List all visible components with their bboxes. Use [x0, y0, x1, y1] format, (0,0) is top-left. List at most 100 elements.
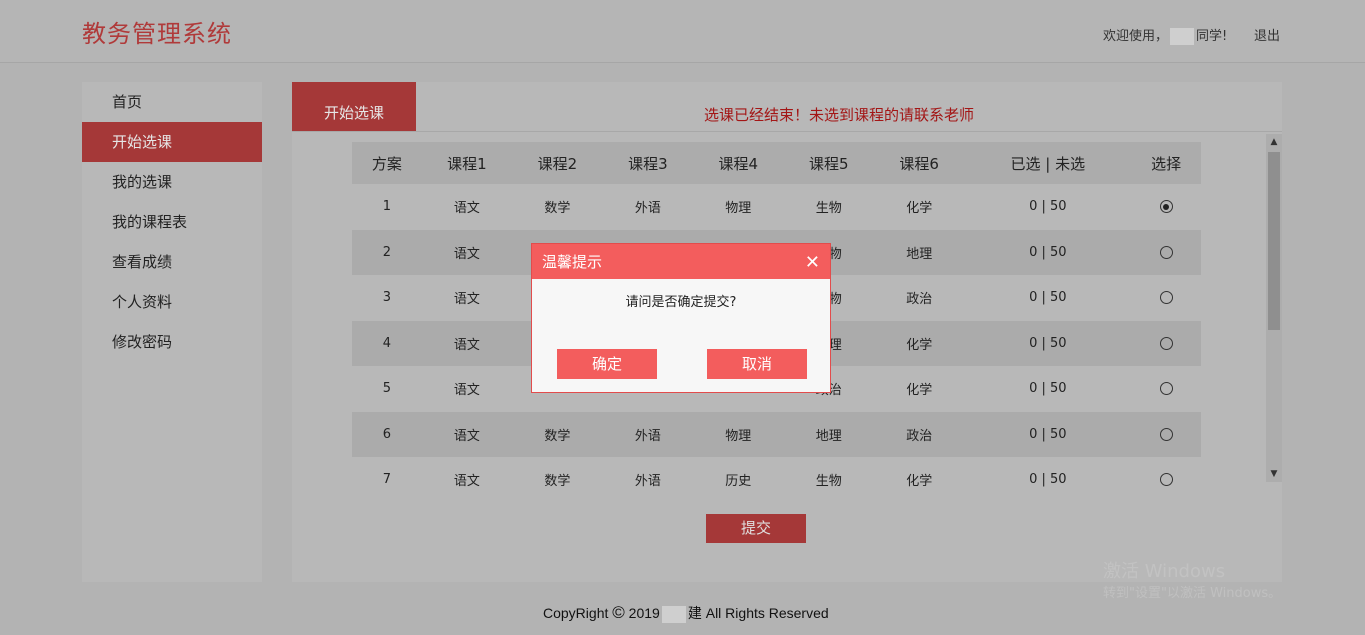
table-cell: 外语 [634, 474, 661, 487]
table-cell: 6 [352, 411, 422, 457]
windows-activation-watermark: 激活 Windows [1103, 561, 1226, 582]
select-cell [1131, 366, 1201, 412]
table-cell: 0 | 50 [1029, 381, 1067, 397]
table-cell: 政治 [873, 411, 965, 457]
table-cell: 1 [382, 199, 391, 215]
table-cell: 5 [382, 381, 391, 397]
table-cell: 物理 [693, 411, 784, 457]
table-cell: 语文 [453, 292, 480, 308]
confirm-button[interactable]: 确定 [557, 349, 657, 379]
table-cell: 0 | 50 [1029, 472, 1067, 487]
table-header-row: 方案 课程1 课程2 课程3 课程4 课程5 课程6 已选 | 未选 选择 [352, 142, 1201, 184]
scroll-up-arrow-icon[interactable]: ▲ [1266, 134, 1282, 150]
column-header: 课程2 [512, 142, 603, 184]
plan-radio[interactable] [1159, 427, 1173, 441]
sidebar-item-start-selection[interactable]: 开始选课 [82, 122, 262, 162]
table-cell: 地理 [873, 229, 965, 275]
sidebar-item-my-selection[interactable]: 我的选课 [82, 162, 262, 202]
table-cell: 语文 [453, 201, 480, 217]
notice-text: 选课已经结束！未选到课程的请联系老师 [704, 106, 975, 124]
sidebar-item-grades[interactable]: 查看成绩 [82, 242, 262, 282]
welcome-prefix: 欢迎使用， [1103, 29, 1169, 44]
footer-copyright: CopyRight © 2019 建 All Rights Reserved [543, 603, 829, 623]
blurred-username [1170, 28, 1195, 45]
table-cell: 0 | 50 [964, 320, 1132, 366]
table-cell: 语文 [421, 229, 513, 275]
plan-radio[interactable] [1159, 473, 1173, 487]
welcome-text: 欢迎使用， 同学! [1103, 25, 1227, 45]
logout-link[interactable]: 退出 [1254, 25, 1280, 44]
plan-radio[interactable] [1159, 245, 1173, 259]
select-cell [1131, 411, 1201, 457]
plan-radio[interactable] [1159, 336, 1173, 350]
select-cell [1131, 229, 1201, 275]
dialog-message: 请问是否确定提交? [625, 295, 737, 310]
table-cell: 物理 [725, 201, 752, 217]
app-title: 教务管理系统 [82, 20, 232, 48]
plan-radio[interactable] [1159, 200, 1173, 214]
table-cell: 历史 [725, 474, 752, 487]
table-row: 1 语文 数学 外语 物理 生物 化学 0 | 50 [352, 184, 1201, 230]
column-header: 课程5 [783, 142, 874, 184]
cancel-button[interactable]: 取消 [707, 349, 807, 379]
table-cell: 语文 [453, 474, 480, 487]
sidebar-item-profile[interactable]: 个人资料 [82, 282, 262, 322]
scroll-thumb[interactable] [1268, 152, 1280, 330]
table-cell: 语文 [421, 411, 513, 457]
table-cell: 0 | 50 [1029, 199, 1067, 215]
table-row: 7 语文 数学 外语 历史 生物 化学 0 | 50 [352, 457, 1201, 487]
table-cell: 化学 [906, 474, 933, 487]
column-header: 课程6 [873, 142, 965, 184]
table-cell: 数学 [512, 411, 603, 457]
table-cell: 生物 [815, 474, 842, 487]
confirm-dialog: 温馨提示 ✕ 请问是否确定提交? 确定 取消 [531, 243, 831, 393]
table-cell: 地理 [783, 411, 874, 457]
sidebar-item-my-timetable[interactable]: 我的课程表 [82, 202, 262, 242]
table-cell: 化学 [873, 320, 965, 366]
table-cell: 0 | 50 [964, 411, 1132, 457]
column-header: 已选 | 未选 [964, 142, 1132, 184]
table-cell: 外语 [634, 201, 661, 217]
table-cell: 语文 [421, 320, 513, 366]
column-header: 课程1 [421, 142, 513, 184]
table-cell: 3 [382, 290, 391, 306]
table-cell: 2 [352, 229, 422, 275]
scroll-down-arrow-icon[interactable]: ▼ [1266, 466, 1282, 482]
tab-start-selection[interactable]: 开始选课 [292, 82, 416, 132]
table-cell: 化学 [906, 383, 933, 399]
table-scrollbar[interactable]: ▲ ▼ [1266, 134, 1282, 482]
sidebar-item-change-password[interactable]: 修改密码 [82, 322, 262, 362]
welcome-suffix: 同学! [1196, 29, 1228, 44]
footer-suffix: 建 All Rights Reserved [687, 605, 829, 621]
table-cell: 数学 [544, 474, 571, 487]
plan-radio[interactable] [1159, 382, 1173, 396]
dialog-title: 温馨提示 [542, 253, 603, 271]
close-icon[interactable]: ✕ [805, 244, 820, 281]
select-cell [1131, 457, 1201, 487]
table-cell: 7 [382, 472, 391, 487]
tab-divider [292, 131, 1282, 132]
column-header: 方案 [352, 142, 422, 184]
copyright-symbol: © [612, 603, 625, 622]
table-cell: 0 | 50 [964, 229, 1132, 275]
top-header: 教务管理系统 欢迎使用， 同学! 退出 [0, 0, 1365, 63]
dialog-header: 温馨提示 ✕ [532, 244, 830, 279]
submit-button[interactable]: 提交 [706, 514, 806, 543]
column-header: 选择 [1131, 142, 1201, 184]
table-cell: 4 [352, 320, 422, 366]
column-header: 课程3 [602, 142, 694, 184]
select-cell [1131, 320, 1201, 366]
column-header: 课程4 [693, 142, 784, 184]
table-cell: 生物 [815, 201, 842, 217]
footer-year: 2019 [624, 605, 660, 621]
plan-radio[interactable] [1159, 291, 1173, 305]
table-cell: 语文 [453, 383, 480, 399]
table-cell: 0 | 50 [1029, 290, 1067, 306]
footer-prefix: CopyRight [543, 605, 613, 621]
sidebar-item-home[interactable]: 首页 [82, 82, 262, 122]
windows-activation-hint: 转到"设置"以激活 Windows。 [1103, 586, 1282, 601]
select-cell [1131, 275, 1201, 321]
table-cell: 外语 [602, 411, 694, 457]
table-cell: 数学 [544, 201, 571, 217]
select-cell [1131, 184, 1201, 230]
